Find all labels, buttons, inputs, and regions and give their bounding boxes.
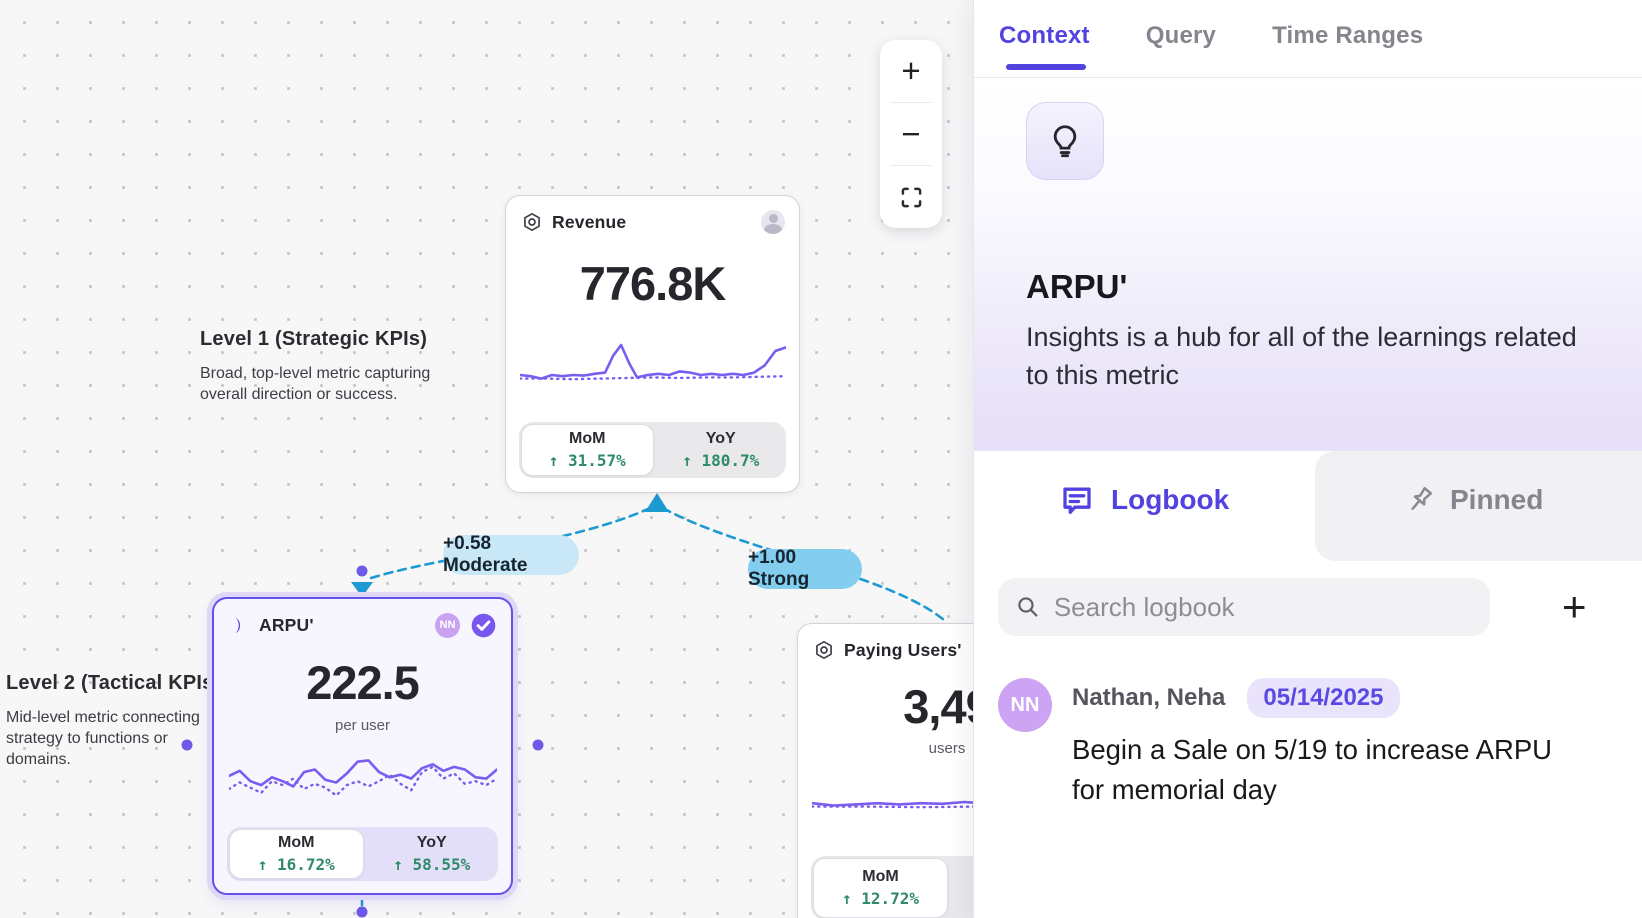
mom-toggle[interactable]: MoM ↑ 16.72% (229, 829, 364, 879)
logbook-comment-icon (1059, 482, 1095, 518)
fit-view-button[interactable] (880, 166, 942, 228)
tab-logbook[interactable]: Logbook (1059, 482, 1229, 518)
logbook-search-row: + (998, 578, 1619, 636)
pinned-tab-content[interactable]: Pinned (1404, 484, 1543, 516)
sparkline-chart (520, 336, 786, 390)
entry-date-badge: 05/14/2025 (1247, 678, 1399, 718)
arpu-bottom-handle[interactable] (357, 907, 368, 918)
yoy-toggle[interactable]: YoY ↑ 58.55% (366, 827, 499, 881)
mom-toggle[interactable]: MoM ↑ 31.57% (521, 424, 654, 476)
yoy-value: ↑ 58.55% (393, 855, 470, 874)
entry-author-avatar: NN (998, 678, 1052, 732)
lightbulb-icon (1046, 122, 1084, 160)
mom-value: ↑ 12.72% (842, 889, 919, 908)
zoom-in-button[interactable]: + (880, 40, 942, 102)
yoy-toggle[interactable]: YoY ↑ 180.7% (656, 422, 787, 478)
pin-icon (1404, 484, 1436, 516)
tab-query[interactable]: Query (1146, 22, 1216, 50)
search-icon (1016, 594, 1040, 620)
yoy-label: YoY (706, 430, 736, 448)
entry-author-name: Nathan, Neha (1072, 684, 1225, 712)
pinned-tab-label: Pinned (1450, 484, 1543, 516)
card-title: Paying Users' (844, 640, 962, 661)
panel-metric-title: ARPU' (1026, 268, 1127, 306)
user-avatar-icon (761, 210, 785, 234)
metric-card-revenue[interactable]: Revenue 776.8K MoM ↑ 31.57% YoY ↑ 180.7% (505, 195, 800, 493)
correlation-label-strong[interactable]: +1.00 Strong (748, 549, 862, 589)
fullscreen-icon (901, 187, 922, 208)
mom-label: MoM (862, 868, 898, 886)
arrowhead-up-revenue (645, 493, 669, 512)
metric-card-arpu[interactable]: ARPU' NN 222.5 per user MoM ↑ 16.72% (212, 597, 513, 895)
mom-value: ↑ 16.72% (258, 855, 335, 874)
correlation-label-moderate[interactable]: +0.58 Moderate (443, 535, 579, 575)
metric-value: 222.5 (214, 655, 511, 710)
verified-check-icon (470, 612, 497, 639)
card-title: Revenue (552, 212, 626, 233)
crescent-metric-icon (230, 616, 249, 635)
metric-tree-canvas[interactable]: Level 1 (Strategic KPIs) Broad, top-leve… (0, 0, 973, 918)
mom-label: MoM (278, 834, 314, 852)
yoy-label: YoY (417, 834, 447, 852)
panel-metric-description: Insights is a hub for all of the learnin… (1026, 318, 1601, 394)
logbook-search-box[interactable] (998, 578, 1490, 636)
entry-text: Begin a Sale on 5/19 to increase ARPU fo… (1072, 730, 1562, 810)
arpu-top-handle[interactable] (357, 566, 368, 577)
metric-unit: per user (214, 717, 511, 734)
tab-time-ranges[interactable]: Time Ranges (1272, 22, 1423, 50)
arpu-left-handle[interactable] (182, 740, 193, 751)
card-title: ARPU' (259, 615, 314, 636)
context-side-panel: Context Query Time Ranges ARPU' Insights… (973, 0, 1642, 918)
hexagon-metric-icon (522, 212, 542, 232)
app: Level 1 (Strategic KPIs) Broad, top-leve… (0, 0, 1642, 918)
logbook-entry[interactable]: NN Nathan, Neha 05/14/2025 Begin a Sale … (998, 678, 1618, 810)
mom-label: MoM (569, 430, 605, 448)
mom-toggle[interactable]: MoM ↑ 12.72% (813, 858, 948, 918)
yoy-value: ↑ 180.7% (682, 451, 759, 470)
panel-tabs: Context Query Time Ranges (999, 22, 1423, 50)
arrowhead-down-arpu (351, 582, 373, 597)
owner-avatar: NN (435, 613, 460, 638)
active-tab-underline (1006, 64, 1086, 70)
search-logbook-input[interactable] (1054, 592, 1472, 623)
logbook-tab-label: Logbook (1111, 484, 1229, 516)
arpu-right-handle[interactable] (533, 740, 544, 751)
tab-context[interactable]: Context (999, 22, 1090, 50)
insight-icon-box (1026, 102, 1104, 180)
zoom-out-button[interactable]: − (880, 103, 942, 165)
hexagon-metric-icon (814, 640, 834, 660)
sparkline-chart (229, 747, 497, 805)
mom-value: ↑ 31.57% (549, 451, 626, 470)
add-logbook-entry-button[interactable]: + (1562, 586, 1587, 628)
canvas-zoom-controls: + − (880, 40, 942, 228)
metric-value: 776.8K (506, 256, 799, 311)
